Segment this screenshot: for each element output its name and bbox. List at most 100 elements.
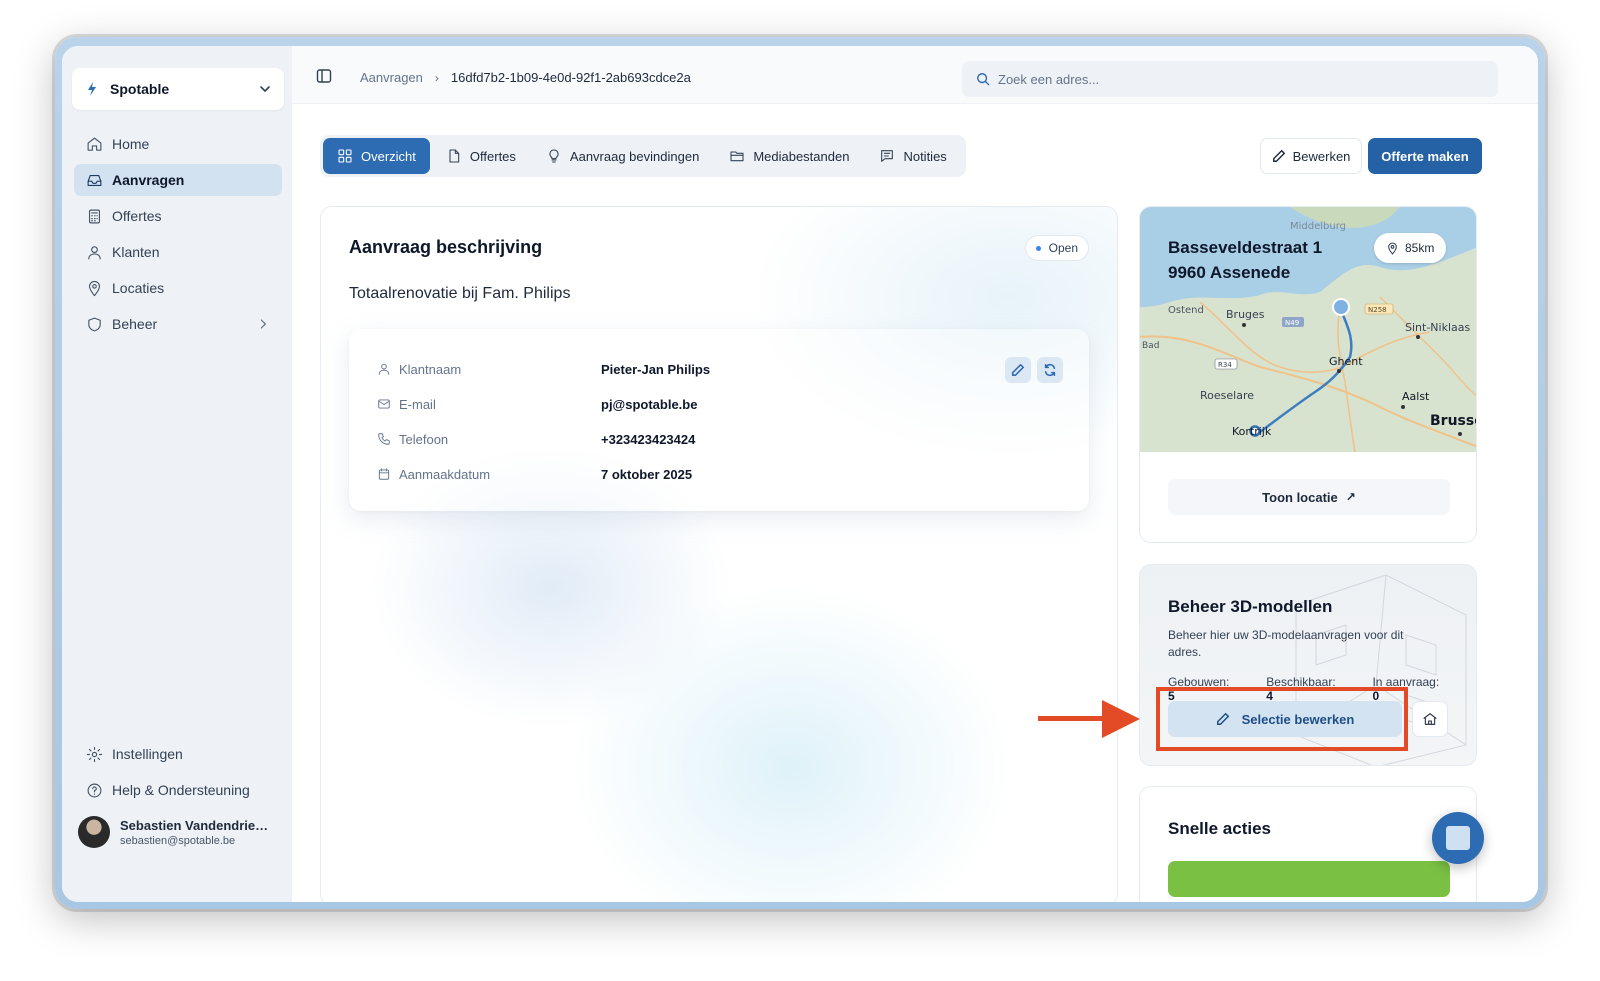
phone-icon	[378, 433, 390, 445]
map-label: Sint-Niklaas	[1405, 321, 1470, 334]
search-input[interactable]	[998, 71, 1478, 87]
annotation-arrow	[1038, 716, 1108, 721]
card-title: Beheer 3D-modellen	[1168, 597, 1333, 616]
address-search	[962, 61, 1498, 97]
grid-icon	[338, 149, 352, 163]
card-title: Snelle acties	[1168, 819, 1272, 838]
map-label: Ghent	[1329, 355, 1363, 368]
create-quote-button[interactable]: Offerte maken	[1368, 138, 1482, 174]
annotation-highlight-box	[1156, 687, 1408, 751]
customer-info-box: Klantnaam Pieter-Jan Philips E-mail pj@s…	[349, 329, 1089, 511]
arrow-up-right-icon: ↗	[1345, 490, 1356, 504]
folder-icon	[730, 151, 744, 162]
sidebar-item-offertes[interactable]: Offertes	[74, 200, 282, 232]
notes-icon	[881, 150, 894, 162]
user-profile[interactable]: Sebastien Vandendriess... sebastien@spot…	[78, 816, 278, 848]
status-label: Open	[1048, 241, 1078, 255]
address-city: 9960 Assenede	[1168, 263, 1291, 282]
map-label: Kortrijk	[1232, 425, 1272, 438]
home-3d-icon	[1423, 713, 1437, 725]
sidebar-nav: Home Aanvragen Offertes Klanten Locaties…	[74, 128, 282, 344]
field-row-aanmaakdatum: Aanmaakdatum 7 oktober 2025	[377, 464, 692, 484]
sidebar-item-label: Beheer	[112, 316, 158, 332]
calculator-icon	[88, 209, 101, 223]
refresh-icon	[1044, 363, 1056, 377]
show-location-button[interactable]: Toon locatie ↗	[1168, 479, 1450, 515]
map-label: Bad	[1142, 341, 1159, 351]
quick-action-button[interactable]	[1168, 861, 1450, 897]
map-label: Roeselare	[1200, 389, 1254, 402]
field-label: E-mail	[377, 397, 601, 412]
pencil-icon	[1272, 149, 1285, 162]
field-label-text: Telefoon	[399, 431, 449, 447]
edit-button-label: Bewerken	[1292, 148, 1351, 164]
mail-icon	[378, 399, 390, 409]
status-badge: Open	[1024, 235, 1089, 261]
edit-button[interactable]: Bewerken	[1260, 138, 1362, 174]
breadcrumb: Aanvragen › 16dfd7b2-1b09-4e0d-92f1-2ab6…	[360, 70, 691, 85]
sidebar-toggle-icon[interactable]	[316, 68, 332, 84]
tab-aanvraag-bevindingen[interactable]: Aanvraag bevindingen	[532, 138, 713, 174]
tab-label: Notities	[903, 148, 947, 164]
tab-label: Aanvraag bevindingen	[569, 148, 700, 164]
refresh-customer-button[interactable]	[1037, 357, 1063, 383]
field-label-text: Klantnaam	[399, 361, 462, 377]
show-location-label: Toon locatie	[1262, 489, 1338, 505]
map-label: Ostend	[1168, 305, 1204, 316]
organization-switcher[interactable]: Spotable	[72, 68, 284, 110]
tab-offertes[interactable]: Offertes	[432, 138, 530, 174]
address-street: Basseveldestraat 1	[1168, 238, 1323, 257]
map-label: Aalst	[1402, 390, 1430, 403]
sidebar-item-label: Home	[112, 136, 150, 152]
tab-overzicht[interactable]: Overzicht	[323, 138, 430, 174]
sidebar-item-home[interactable]: Home	[74, 128, 282, 160]
file-icon	[449, 149, 460, 163]
user-icon	[378, 363, 390, 375]
sidebar-item-aanvragen[interactable]: Aanvragen	[74, 164, 282, 196]
sidebar-item-instellingen[interactable]: Instellingen	[74, 738, 282, 770]
map-label: R34	[1218, 361, 1232, 369]
user-name: Sebastien Vandendriess...	[120, 817, 272, 833]
chat-support-button[interactable]	[1432, 812, 1484, 864]
breadcrumb-current: 16dfd7b2-1b09-4e0d-92f1-2ab693cdce2a	[450, 70, 691, 85]
sidebar-item-label: Aanvragen	[112, 172, 185, 188]
shield-icon	[88, 317, 101, 331]
field-value: pj@spotable.be	[601, 396, 698, 412]
tab-label: Offertes	[469, 148, 516, 164]
pencil-icon	[1011, 363, 1025, 377]
inbox-icon	[87, 174, 102, 186]
map-label: Brusse	[1430, 413, 1477, 429]
user-icon	[88, 245, 101, 259]
search-icon	[977, 73, 990, 86]
chevron-down-icon	[260, 86, 270, 93]
status-dot	[1035, 245, 1041, 251]
tab-bar: Overzicht Offertes Aanvraag bevindingen …	[320, 135, 966, 177]
sidebar: Spotable Home Aanvragen Offertes Klanten	[62, 46, 292, 902]
distance-value: 85km	[1405, 241, 1435, 255]
quick-actions-card: Snelle acties	[1139, 786, 1477, 902]
request-description-card: Aanvraag beschrijving Open Totaalrenovat…	[320, 206, 1118, 902]
sidebar-item-locaties[interactable]: Locaties	[74, 272, 282, 304]
annotation-arrow-head	[1102, 700, 1140, 738]
tab-mediabestanden[interactable]: Mediabestanden	[715, 138, 863, 174]
request-subtitle: Totaalrenovatie bij Fam. Philips	[349, 285, 571, 302]
avatar	[78, 816, 110, 848]
edit-customer-button[interactable]	[1005, 357, 1031, 383]
tab-notities[interactable]: Notities	[865, 138, 960, 174]
breadcrumb-parent[interactable]: Aanvragen	[360, 70, 423, 85]
sidebar-bottom-nav: Instellingen Help & Ondersteuning	[74, 738, 282, 810]
location-card: Middelburg Ostend Bruges Sint-Niklaas Gh…	[1139, 206, 1477, 543]
field-label-text: Aanmaakdatum	[399, 466, 491, 482]
sidebar-item-beheer[interactable]: Beheer	[74, 308, 282, 340]
map-pin-icon	[1388, 242, 1397, 255]
sidebar-item-klanten[interactable]: Klanten	[74, 236, 282, 268]
app-window: Spotable Home Aanvragen Offertes Klanten	[62, 46, 1538, 902]
field-row-email: E-mail pj@spotable.be	[377, 394, 697, 414]
help-circle-icon	[87, 783, 102, 797]
sidebar-item-help[interactable]: Help & Ondersteuning	[74, 774, 282, 806]
sidebar-item-label: Instellingen	[112, 746, 183, 762]
chat-icon	[1446, 826, 1470, 850]
map-label: N49	[1285, 319, 1299, 327]
3d-home-button[interactable]	[1412, 701, 1448, 737]
field-label: Aanmaakdatum	[377, 467, 601, 482]
